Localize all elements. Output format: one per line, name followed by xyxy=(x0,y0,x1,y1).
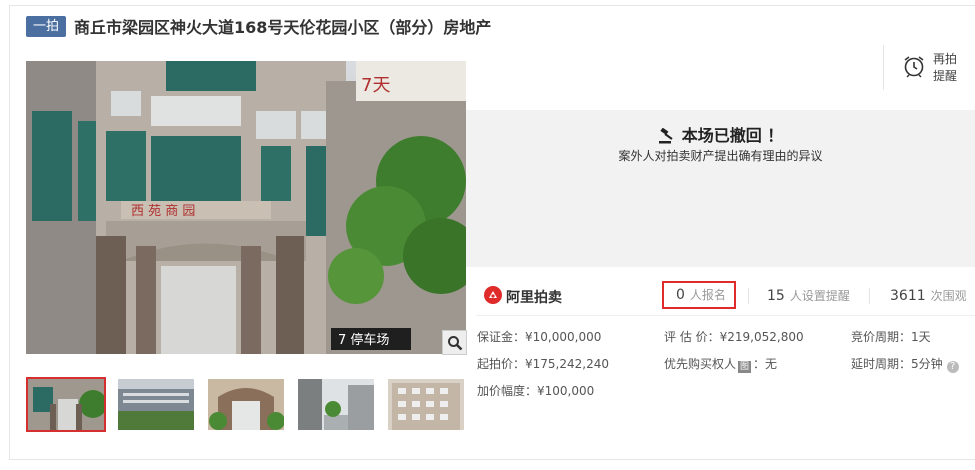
view-count: 3611 次围观 xyxy=(890,284,967,308)
signup-unit: 人报名 xyxy=(689,288,726,302)
ali-auction-logo xyxy=(484,286,502,307)
reminder-count: 15 人设置提醒 xyxy=(767,284,850,308)
bid-increment: 加价幅度：¥100,000 xyxy=(477,384,595,398)
view-unit: 次围观 xyxy=(930,289,967,303)
auction-status-panel: 本场已撤回 ！ 案外人对拍卖财产提出确有理由的异议 xyxy=(466,110,975,267)
brand-name: 阿里拍卖 xyxy=(506,289,562,306)
stats-row: 阿里拍卖 0 人报名 15 人设置提醒 3611 次围观 xyxy=(466,277,975,313)
re-auction-remind-button[interactable]: 再拍提醒 xyxy=(883,45,963,90)
title-row: 一拍 商丘市梁园区神火大道168号天伦花园小区（部分）房地产 xyxy=(26,14,491,38)
svg-text:7天: 7天 xyxy=(361,75,390,96)
appraisal-price: 评 估 价：¥219,052,800 xyxy=(664,330,804,344)
extension-text: 延时周期：5分钟 xyxy=(851,357,943,371)
thumbnail-4[interactable] xyxy=(296,377,376,432)
priority-tag-icon[interactable]: 图 xyxy=(738,361,752,373)
brand: 阿里拍卖 xyxy=(484,286,562,307)
help-icon[interactable]: ? xyxy=(946,361,959,373)
remind-label: 再拍提醒 xyxy=(933,51,958,83)
thumbnail-2[interactable] xyxy=(116,377,196,432)
priority-value: ：无 xyxy=(753,357,778,371)
svg-text:7 停车场: 7 停车场 xyxy=(338,332,389,348)
start-price: 起拍价：¥175,242,240 xyxy=(477,357,609,371)
signup-count: 0 人报名 xyxy=(662,281,736,309)
status-subtext: 案外人对拍卖财产提出确有理由的异议 xyxy=(618,149,823,163)
reminder-unit: 人设置提醒 xyxy=(789,289,850,303)
main-photo[interactable]: 西 苑 商 园 7天 7 停车场 xyxy=(26,61,466,354)
thumbnail-1[interactable] xyxy=(26,377,106,432)
status-heading-row: 本场已撤回 ！ xyxy=(466,122,975,148)
gavel-icon xyxy=(658,127,676,148)
divider-line xyxy=(476,315,975,316)
auction-round-badge: 一拍 xyxy=(26,15,67,37)
thumbnail-5[interactable] xyxy=(386,377,466,432)
status-heading: 本场已撤回 ！ xyxy=(681,126,784,145)
alarm-clock-icon xyxy=(902,54,926,81)
zoom-icon[interactable] xyxy=(442,330,467,355)
page-title: 商丘市梁园区神火大道168号天伦花园小区（部分）房地产 xyxy=(74,18,492,37)
view-number: 3611 xyxy=(890,288,926,304)
extension-cycle: 延时周期：5分钟? xyxy=(851,355,959,373)
deposit: 保证金：¥10,000,000 xyxy=(477,330,602,344)
divider xyxy=(748,288,749,304)
thumbnail-3[interactable] xyxy=(206,377,286,432)
reminder-number: 15 xyxy=(767,288,785,304)
signup-number: 0 xyxy=(676,287,685,303)
divider xyxy=(869,288,870,304)
priority-label: 优先购买权人 xyxy=(664,357,737,371)
svg-text:西 苑 商 园: 西 苑 商 园 xyxy=(131,204,195,219)
thumbnail-strip xyxy=(26,377,476,432)
priority-buyer: 优先购买权人图：无 xyxy=(664,355,777,373)
bid-cycle: 竞价周期：1天 xyxy=(851,330,931,344)
